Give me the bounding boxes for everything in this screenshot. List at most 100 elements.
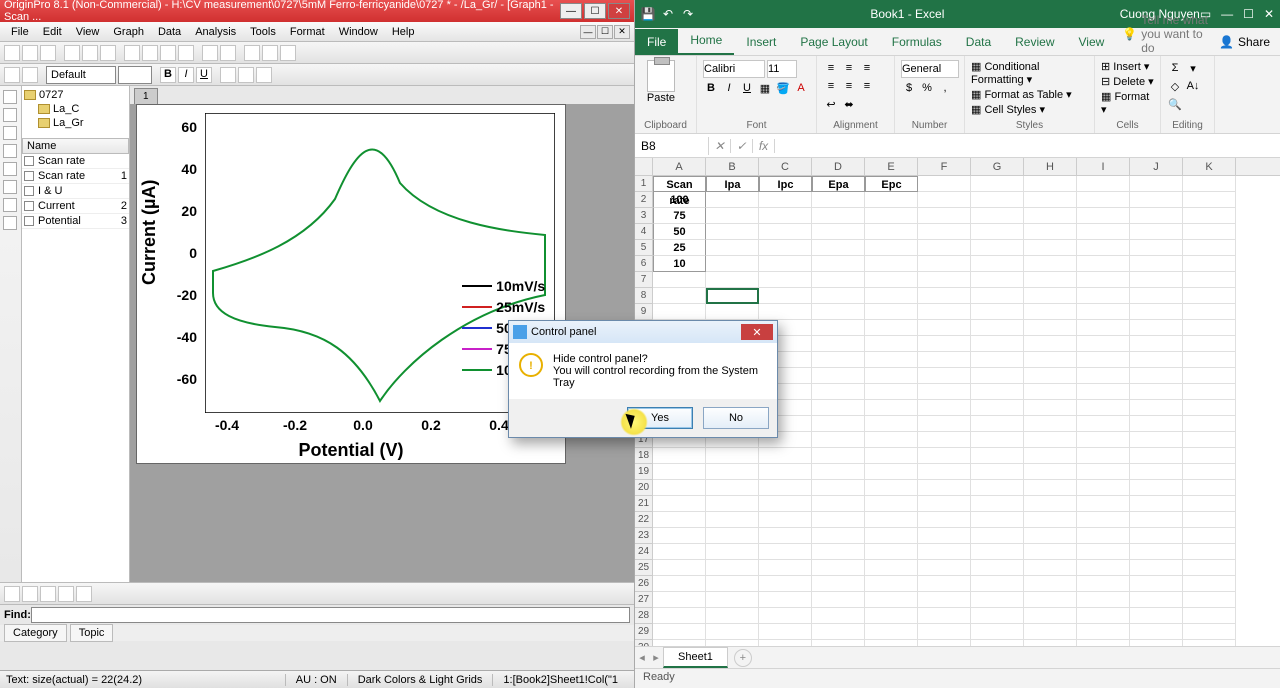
cell[interactable] xyxy=(865,192,918,208)
cell[interactable] xyxy=(1077,240,1130,256)
currency-icon[interactable]: $ xyxy=(901,80,917,96)
cell[interactable] xyxy=(1130,464,1183,480)
row-header[interactable]: 20 xyxy=(635,480,652,496)
cell[interactable] xyxy=(1130,176,1183,192)
row-header[interactable]: 4 xyxy=(635,224,652,240)
data-header[interactable]: Ipa xyxy=(706,176,759,192)
cell[interactable] xyxy=(812,528,865,544)
cell[interactable] xyxy=(1183,416,1236,432)
format-table-button[interactable]: ▦ Format as Table ▾ xyxy=(971,88,1072,101)
cell[interactable] xyxy=(1183,336,1236,352)
cell[interactable] xyxy=(1024,432,1077,448)
cell[interactable] xyxy=(865,544,918,560)
dialog-titlebar[interactable]: Control panel ✕ xyxy=(509,321,777,343)
cell[interactable] xyxy=(918,336,971,352)
cell[interactable] xyxy=(1024,544,1077,560)
cell[interactable] xyxy=(971,640,1024,646)
col-header[interactable]: D xyxy=(812,158,865,175)
cell[interactable] xyxy=(812,320,865,336)
cell[interactable] xyxy=(1077,352,1130,368)
cell[interactable] xyxy=(812,544,865,560)
cell[interactable] xyxy=(971,240,1024,256)
cell[interactable] xyxy=(812,288,865,304)
cell[interactable] xyxy=(653,608,706,624)
sym-bar-icon[interactable] xyxy=(40,586,56,602)
origin-menu-analysis[interactable]: Analysis xyxy=(188,24,243,40)
cell[interactable] xyxy=(706,464,759,480)
cell[interactable] xyxy=(971,224,1024,240)
cell[interactable] xyxy=(1183,640,1236,646)
cell[interactable] xyxy=(865,608,918,624)
cell-styles-button[interactable]: ▦ Cell Styles ▾ xyxy=(971,103,1045,116)
gutter-text-icon[interactable] xyxy=(3,162,17,176)
cell[interactable] xyxy=(706,496,759,512)
cell[interactable] xyxy=(1183,192,1236,208)
cell[interactable] xyxy=(971,560,1024,576)
cell[interactable] xyxy=(653,592,706,608)
cell[interactable] xyxy=(706,560,759,576)
cell[interactable] xyxy=(812,592,865,608)
tab-formulas[interactable]: Formulas xyxy=(880,29,954,55)
bold-icon[interactable]: B xyxy=(703,80,719,96)
fontcolor-icon[interactable]: A xyxy=(793,80,809,96)
cell[interactable] xyxy=(971,592,1024,608)
tb-linecolor-icon[interactable] xyxy=(238,67,254,83)
add-sheet-icon[interactable]: + xyxy=(734,649,752,667)
cell[interactable] xyxy=(865,336,918,352)
cell[interactable] xyxy=(1024,240,1077,256)
tb-reader-icon[interactable] xyxy=(22,67,38,83)
tb-underline-icon[interactable]: U xyxy=(196,67,212,83)
cell[interactable] xyxy=(1077,224,1130,240)
tab-file[interactable]: File xyxy=(635,29,678,55)
origin-menu-help[interactable]: Help xyxy=(385,24,422,40)
cell[interactable] xyxy=(918,256,971,272)
row-header[interactable]: 1 xyxy=(635,176,652,192)
cell[interactable] xyxy=(653,544,706,560)
cell[interactable] xyxy=(865,528,918,544)
cell[interactable] xyxy=(812,448,865,464)
cell[interactable] xyxy=(1183,320,1236,336)
gutter-reader-icon[interactable] xyxy=(3,144,17,158)
cell[interactable] xyxy=(759,480,812,496)
cell[interactable] xyxy=(971,528,1024,544)
cell[interactable] xyxy=(759,448,812,464)
cell[interactable] xyxy=(1130,608,1183,624)
cell[interactable] xyxy=(1183,272,1236,288)
cell[interactable] xyxy=(1183,592,1236,608)
cell[interactable] xyxy=(812,496,865,512)
explorer-row[interactable]: Current2 xyxy=(22,199,129,214)
cell[interactable] xyxy=(812,208,865,224)
cell[interactable] xyxy=(812,480,865,496)
tb-bold-icon[interactable]: B xyxy=(160,67,176,83)
cell[interactable] xyxy=(706,240,759,256)
gutter-zoom-icon[interactable] xyxy=(3,108,17,122)
cell[interactable] xyxy=(1077,256,1130,272)
cell[interactable] xyxy=(1024,560,1077,576)
row-header[interactable]: 18 xyxy=(635,448,652,464)
cell[interactable] xyxy=(1183,400,1236,416)
enter-icon[interactable]: ✓ xyxy=(731,139,753,153)
paste-button[interactable]: Paste xyxy=(641,60,681,114)
cell[interactable] xyxy=(759,576,812,592)
cell[interactable] xyxy=(1130,192,1183,208)
col-header[interactable]: H xyxy=(1024,158,1077,175)
cell[interactable] xyxy=(971,496,1024,512)
col-header[interactable]: F xyxy=(918,158,971,175)
cell[interactable] xyxy=(1130,336,1183,352)
cell[interactable] xyxy=(759,304,812,320)
cell[interactable] xyxy=(971,336,1024,352)
font-size-combo[interactable] xyxy=(118,66,152,84)
cell[interactable] xyxy=(971,464,1024,480)
excel-max-icon[interactable]: ☐ xyxy=(1243,7,1254,21)
cell[interactable] xyxy=(1183,624,1236,640)
cell[interactable] xyxy=(812,400,865,416)
cell[interactable] xyxy=(759,208,812,224)
row-header[interactable]: 25 xyxy=(635,560,652,576)
cell[interactable] xyxy=(1130,352,1183,368)
cell[interactable] xyxy=(1024,608,1077,624)
cell[interactable] xyxy=(759,608,812,624)
cell[interactable] xyxy=(1130,496,1183,512)
cell[interactable] xyxy=(706,304,759,320)
underline-icon[interactable]: U xyxy=(739,80,755,96)
cell[interactable] xyxy=(918,464,971,480)
